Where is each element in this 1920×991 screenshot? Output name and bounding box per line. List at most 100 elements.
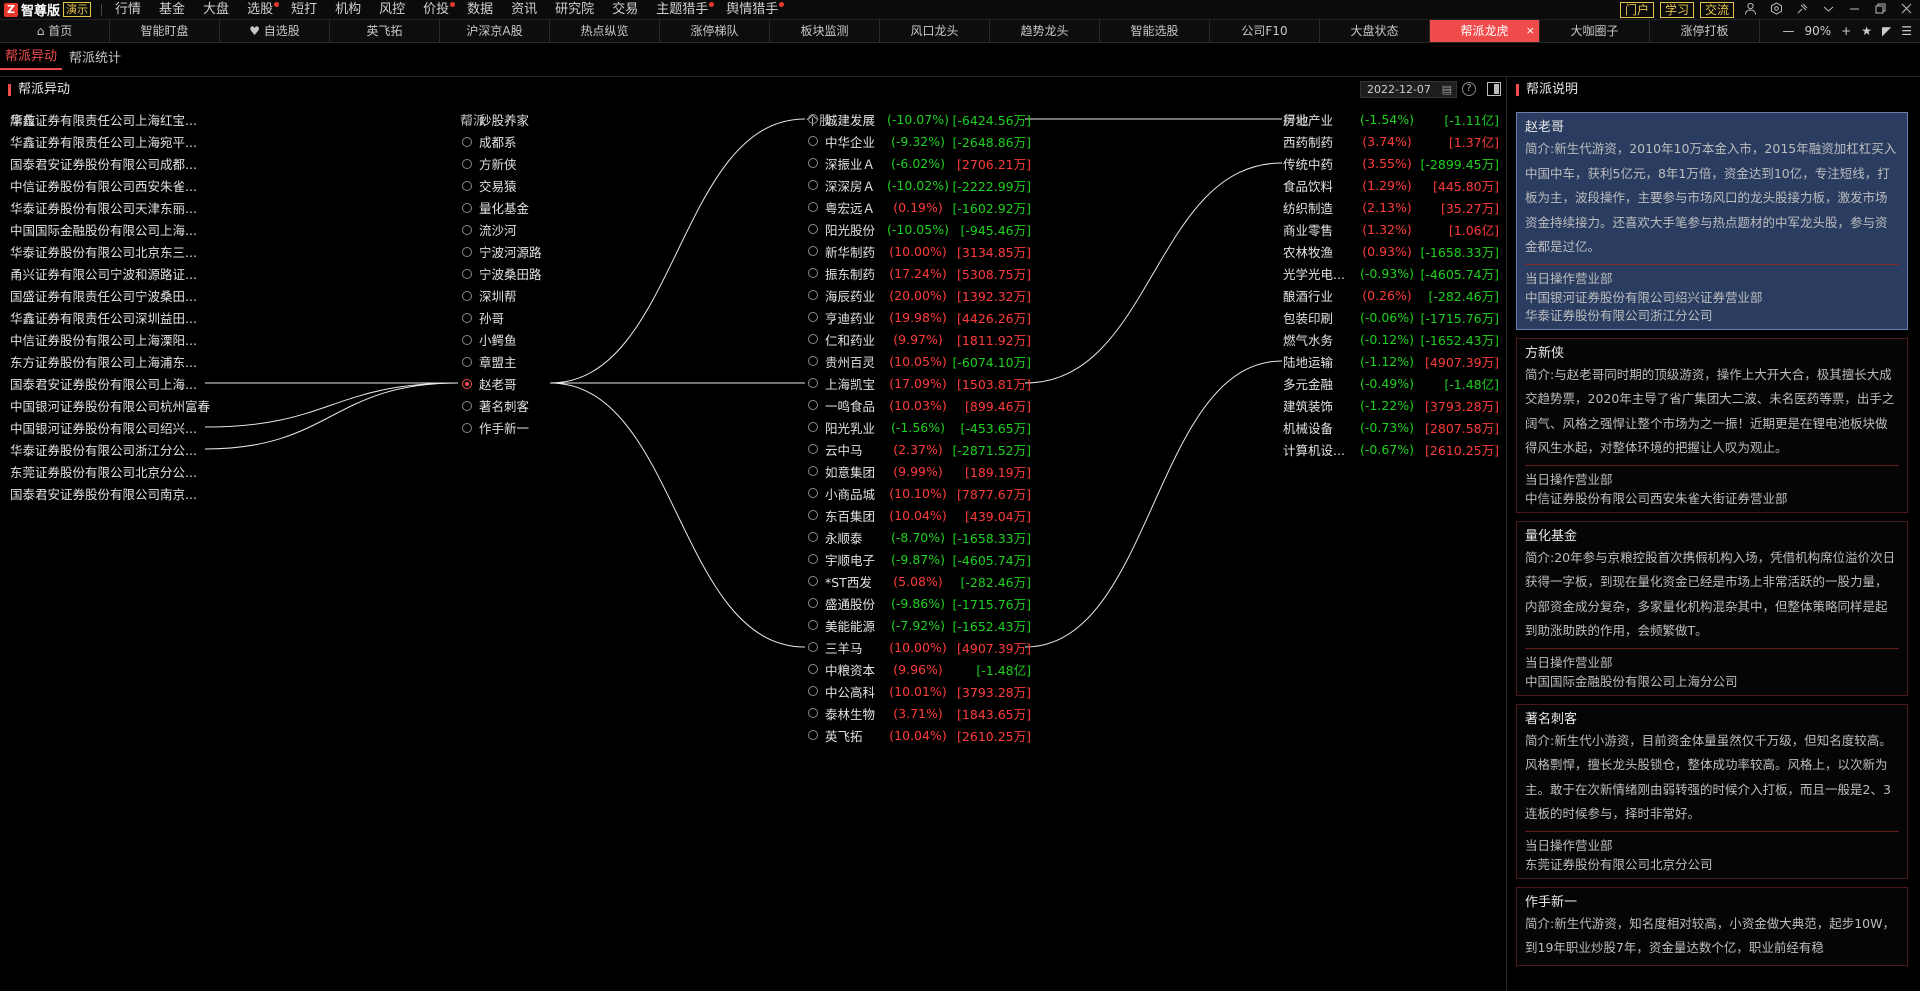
stock-item[interactable]: 英飞拓 (10.04%) [2610.25万] <box>808 726 1031 744</box>
seat-item[interactable]: 国泰君安证券股份有限公司上海... <box>10 374 210 393</box>
tab-14[interactable]: 大咖圈子 <box>1540 20 1650 42</box>
industry-item[interactable]: 燃气水务 (-0.12%) [-1652.43万] <box>1283 330 1499 348</box>
stock-radio[interactable] <box>808 202 818 212</box>
stock-item[interactable]: 仁和药业 (9.97%) [1811.92万] <box>808 330 1031 348</box>
seat-item[interactable]: 中国国际金融股份有限公司上海... <box>10 220 210 239</box>
group-radio[interactable] <box>462 158 472 169</box>
zoom-in-icon[interactable]: + <box>1841 24 1851 38</box>
tab-2[interactable]: ♥ 自选股 <box>220 20 330 42</box>
industry-item[interactable]: 建筑装饰 (-1.22%) [3793.28万] <box>1283 396 1499 414</box>
restore-icon[interactable] <box>1870 2 1890 19</box>
group-radio[interactable] <box>462 224 472 235</box>
seat-item[interactable]: 华泰证券股份有限公司北京东三... <box>10 242 210 261</box>
stock-radio[interactable] <box>808 576 818 586</box>
menu-item-11[interactable]: 交易 <box>603 0 647 20</box>
seat-item[interactable]: 国泰君安证券股份有限公司成都... <box>10 154 210 173</box>
stock-item[interactable]: 泰林生物 (3.71%) [1843.65万] <box>808 704 1031 722</box>
stock-radio[interactable] <box>808 290 818 300</box>
pin-icon[interactable] <box>1792 2 1812 19</box>
stock-radio[interactable] <box>808 268 818 278</box>
stock-radio[interactable] <box>808 356 818 366</box>
gang-card[interactable]: 著名刺客 简介:新生代小游资，目前资金体量虽然仅千万级，但知名度较高。风格剽悍，擅… <box>1516 703 1908 879</box>
stock-radio[interactable] <box>808 158 818 168</box>
stock-item[interactable]: 亨迪药业 (19.98%) [4426.26万] <box>808 308 1031 326</box>
stock-item[interactable]: 贵州百灵 (10.05%) [-6074.10万] <box>808 352 1031 370</box>
subtab-gang-stats[interactable]: 帮派统计 <box>64 48 126 70</box>
user-icon[interactable] <box>1740 2 1760 19</box>
group-radio[interactable] <box>462 202 472 213</box>
industry-item[interactable]: 陆地运输 (-1.12%) [4907.39万] <box>1283 352 1499 370</box>
group-item[interactable]: 量化基金 <box>462 198 529 217</box>
tab-15[interactable]: 涨停打板 <box>1650 20 1760 42</box>
stock-item[interactable]: 云中马 (2.37%) [-2871.52万] <box>808 440 1031 458</box>
gang-card[interactable]: 作手新一 简介:新生代游资，知名度相对较高，小资金做大典范，起步10W，到19年职… <box>1516 886 1908 966</box>
group-radio[interactable] <box>462 180 472 191</box>
stock-radio[interactable] <box>808 554 818 564</box>
stock-radio[interactable] <box>808 620 818 630</box>
group-radio[interactable] <box>462 268 472 279</box>
group-radio[interactable] <box>462 114 472 125</box>
menu-item-2[interactable]: 大盘 <box>194 0 238 20</box>
star-icon[interactable]: ★ <box>1861 24 1872 38</box>
stock-radio[interactable] <box>808 686 818 696</box>
tab-7[interactable]: 板块监测 <box>770 20 880 42</box>
stock-item[interactable]: 盛通股份 (-9.86%) [-1715.76万] <box>808 594 1031 612</box>
tab-10[interactable]: 智能选股 <box>1100 20 1210 42</box>
stock-item[interactable]: 粤宏远Ａ (0.19%) [-1602.92万] <box>808 198 1031 216</box>
group-item[interactable]: 炒股养家 <box>462 110 529 129</box>
industry-item[interactable]: 传统中药 (3.55%) [-2899.45万] <box>1283 154 1499 172</box>
group-item[interactable]: 赵老哥 <box>462 374 517 393</box>
seat-item[interactable]: 华鑫证券有限责任公司深圳益田... <box>10 308 210 327</box>
minimize-icon[interactable] <box>1844 2 1864 19</box>
seat-item[interactable]: 国泰君安证券股份有限公司南京... <box>10 484 210 503</box>
stock-radio[interactable] <box>808 224 818 234</box>
tab-1[interactable]: 智能盯盘 <box>110 20 220 42</box>
stock-radio[interactable] <box>808 532 818 542</box>
group-radio[interactable] <box>462 246 472 257</box>
stock-item[interactable]: 阳光乳业 (-1.56%) [-453.65万] <box>808 418 1031 436</box>
group-item[interactable]: 成都系 <box>462 132 517 151</box>
industry-item[interactable]: 纺织制造 (2.13%) [35.27万] <box>1283 198 1499 216</box>
industry-item[interactable]: 西药制药 (3.74%) [1.37亿] <box>1283 132 1499 150</box>
industry-item[interactable]: 包装印刷 (-0.06%) [-1715.76万] <box>1283 308 1499 326</box>
group-radio[interactable] <box>462 356 472 367</box>
seat-item[interactable]: 华鑫证券有限责任公司上海宛平... <box>10 132 210 151</box>
stock-radio[interactable] <box>808 180 818 190</box>
seat-item[interactable]: 中信证券股份有限公司西安朱雀... <box>10 176 210 195</box>
gang-card[interactable]: 赵老哥 简介:新生代游资，2010年10万本金入市，2015年融资加杠杠买入中国中… <box>1516 112 1908 330</box>
stock-radio[interactable] <box>808 334 818 344</box>
tab-0[interactable]: ⌂ 首页 <box>0 20 110 42</box>
stock-radio[interactable] <box>808 422 818 432</box>
stock-item[interactable]: 小商品城 (10.10%) [7877.67万] <box>808 484 1031 502</box>
menu-item-8[interactable]: 数据 <box>458 0 502 20</box>
stock-item[interactable]: 如意集团 (9.99%) [189.19万] <box>808 462 1031 480</box>
group-item[interactable]: 流沙河 <box>462 220 517 239</box>
group-item[interactable]: 孙哥 <box>462 308 504 327</box>
settings-icon[interactable] <box>1766 1 1786 19</box>
group-item[interactable]: 著名刺客 <box>462 396 529 415</box>
layout-toggle-icon[interactable] <box>1487 82 1501 96</box>
group-item[interactable]: 小鳄鱼 <box>462 330 517 349</box>
industry-item[interactable]: 光学光电... (-0.93%) [-4605.74万] <box>1283 264 1499 282</box>
menu-item-13[interactable]: 舆情猎手 <box>717 0 787 20</box>
seat-item[interactable]: 国盛证券有限责任公司宁波桑田... <box>10 286 210 305</box>
seat-item[interactable]: 东方证券股份有限公司上海浦东... <box>10 352 210 371</box>
stock-item[interactable]: 永顺泰 (-8.70%) [-1658.33万] <box>808 528 1031 546</box>
stock-radio[interactable] <box>808 444 818 454</box>
stock-item[interactable]: 中粮资本 (9.96%) [-1.48亿] <box>808 660 1031 678</box>
stock-item[interactable]: 上海凯宝 (17.09%) [1503.81万] <box>808 374 1031 392</box>
portal-button[interactable]: 门户 <box>1619 2 1654 18</box>
group-item[interactable]: 章盟主 <box>462 352 517 371</box>
stock-radio[interactable] <box>808 114 818 124</box>
industry-item[interactable]: 计算机设... (-0.67%) [2610.25万] <box>1283 440 1499 458</box>
tab-3[interactable]: 英飞拓 <box>330 20 440 42</box>
seat-item[interactable]: 华泰证券股份有限公司天津东丽... <box>10 198 210 217</box>
seat-item[interactable]: 华泰证券股份有限公司浙江分公... <box>10 440 210 459</box>
learn-button[interactable]: 学习 <box>1659 2 1694 18</box>
stock-radio[interactable] <box>808 400 818 410</box>
industry-item[interactable]: 农林牧渔 (0.93%) [-1658.33万] <box>1283 242 1499 260</box>
stock-radio[interactable] <box>808 312 818 322</box>
stock-item[interactable]: 深振业Ａ (-6.02%) [2706.21万] <box>808 154 1031 172</box>
stock-item[interactable]: *ST西发 (5.08%) [-282.46万] <box>808 572 1031 590</box>
menu-item-5[interactable]: 机构 <box>326 0 370 20</box>
